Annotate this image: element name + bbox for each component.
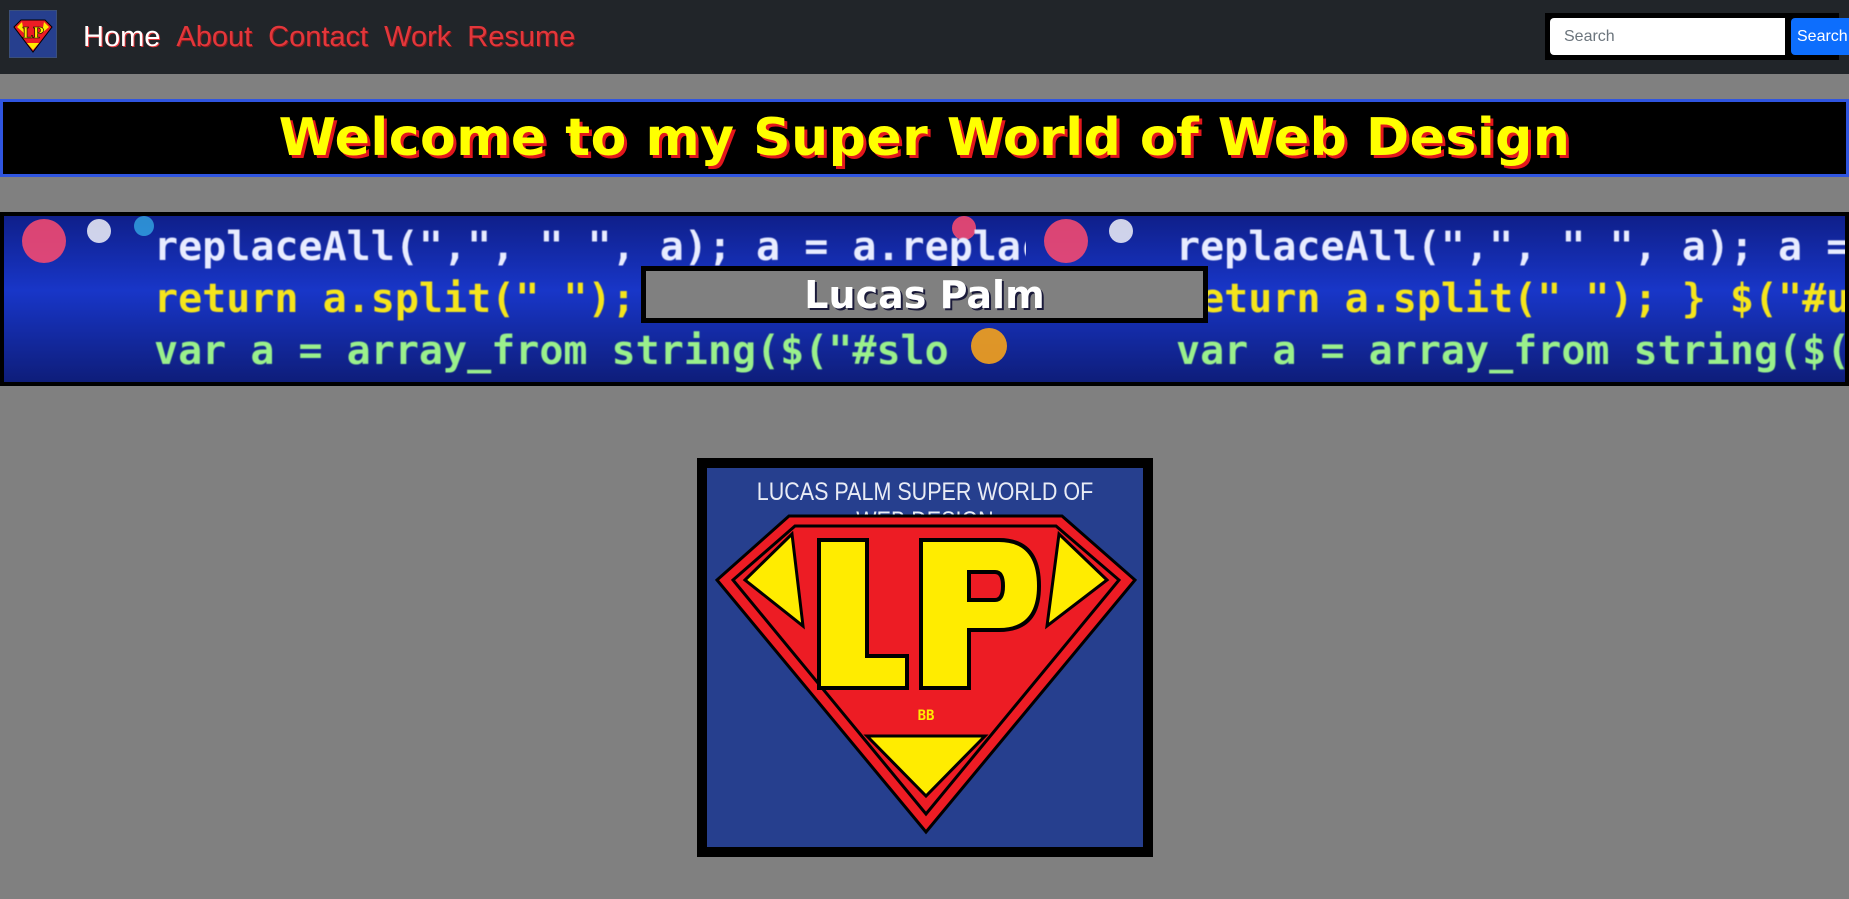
nav-link-work[interactable]: Work (384, 21, 451, 54)
code-line-3: var a = array_from string($("#slo (154, 328, 949, 374)
code-line-3-repeat: var a = array_from string($("#slo (1176, 328, 1845, 374)
brand-logo[interactable]: LP (9, 10, 57, 58)
search-form: Search (1545, 13, 1849, 60)
nav-link-about[interactable]: About (176, 21, 252, 54)
author-name: Lucas Palm (804, 272, 1045, 317)
nav-links: Home About Contact Work Resume (83, 14, 575, 60)
superman-shield-icon: BB (714, 514, 1138, 835)
site-logo-image: LUCAS PALM SUPER WORLD OF WEB DESIGN BB (697, 458, 1153, 857)
welcome-banner: Welcome to my Super World of Web Design (0, 99, 1849, 177)
nav-link-resume[interactable]: Resume (467, 21, 575, 54)
nav-link-home[interactable]: Home (83, 21, 160, 54)
nav-link-contact[interactable]: Contact (268, 21, 368, 54)
code-line-1: replaceAll(",", " ", a); a = a.replace (154, 224, 1026, 270)
page-title: Welcome to my Super World of Web Design (278, 108, 1571, 168)
search-input[interactable] (1550, 18, 1785, 55)
code-line-1-repeat: replaceAll(",", " ", a); a = a.replace (1176, 224, 1845, 270)
name-box: Lucas Palm (641, 266, 1208, 323)
navbar: LP Home About Contact Work Resume Search (0, 0, 1849, 74)
code-line-2-repeat: return a.split(" "); } $("#unique (1176, 276, 1845, 322)
superman-shield-icon: LP (10, 11, 56, 57)
logo-small-text: BB (918, 708, 935, 724)
search-button[interactable]: Search (1791, 18, 1849, 55)
svg-text:LP: LP (22, 24, 44, 42)
